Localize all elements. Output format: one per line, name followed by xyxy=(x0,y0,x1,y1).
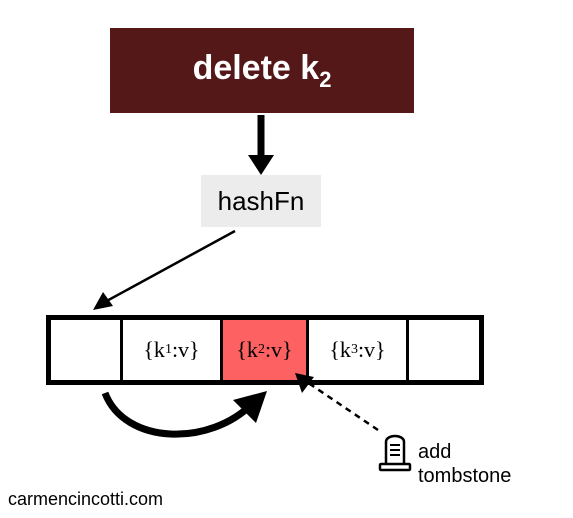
arrow-to-hashfn xyxy=(250,115,280,177)
probe-arrow xyxy=(95,385,285,455)
annotation-line1: add xyxy=(418,440,511,464)
cell-1-prefix: {k xyxy=(143,337,165,363)
operation-box: delete k2 xyxy=(110,28,414,113)
cell-3-subscript: 3 xyxy=(351,342,358,358)
cell-3-prefix: {k xyxy=(329,337,351,363)
array-cell-0 xyxy=(51,320,123,380)
cell-2-subscript: 2 xyxy=(258,342,265,358)
hashfn-label: hashFn xyxy=(218,186,305,217)
operation-text: delete k2 xyxy=(193,49,332,93)
hashfn-box: hashFn xyxy=(201,175,321,227)
tombstone-arrow xyxy=(290,370,390,440)
tombstone-annotation: add tombstone xyxy=(418,440,511,488)
annotation-line2: tombstone xyxy=(418,464,511,488)
cell-1-suffix: :v} xyxy=(172,337,200,363)
arrow-hashfn-to-slot xyxy=(85,228,245,318)
attribution: carmencincotti.com xyxy=(8,489,163,510)
operation-prefix: delete k xyxy=(193,49,320,87)
cell-2-suffix: :v} xyxy=(265,337,293,363)
cell-1-subscript: 1 xyxy=(165,342,172,358)
cell-3-suffix: :v} xyxy=(358,337,386,363)
operation-subscript: 2 xyxy=(319,66,331,91)
tombstone-icon xyxy=(376,428,414,472)
array-cell-1: {k1:v} xyxy=(123,320,223,380)
array-cell-4 xyxy=(409,320,479,380)
hash-array: {k1:v} {k2:v} {k3:v} xyxy=(46,315,484,385)
cell-2-prefix: {k xyxy=(236,337,258,363)
